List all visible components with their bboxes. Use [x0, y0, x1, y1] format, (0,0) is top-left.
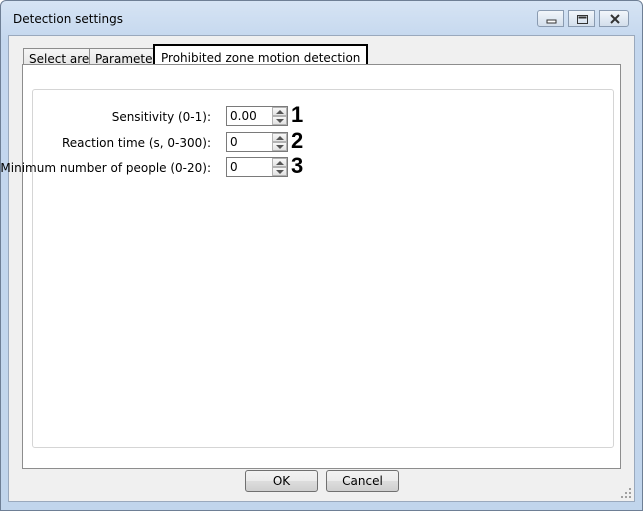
- minimize-button[interactable]: [537, 10, 564, 27]
- arrow-up-icon: [276, 136, 284, 140]
- cancel-button[interactable]: Cancel: [326, 470, 399, 492]
- close-icon: [610, 14, 620, 24]
- min-people-down-button[interactable]: [272, 167, 287, 176]
- arrow-down-icon: [276, 170, 284, 174]
- reaction-time-spinbox[interactable]: [226, 132, 288, 152]
- marker-1: 1: [291, 102, 304, 127]
- min-people-spinbox[interactable]: [226, 157, 288, 177]
- arrow-up-icon: [276, 110, 284, 114]
- arrow-up-icon: [276, 161, 284, 165]
- arrow-down-icon: [276, 145, 284, 149]
- settings-group: Sensitivity (0-1): 1 Reaction time (s, 0…: [1, 89, 615, 448]
- min-people-spin-arrows: [272, 158, 287, 176]
- min-people-row: Minimum number of people (0-20): 3: [1, 153, 615, 179]
- sensitivity-spin-arrows: [272, 107, 287, 125]
- close-button[interactable]: [599, 10, 629, 27]
- reaction-time-input[interactable]: [228, 134, 272, 150]
- min-people-label: Minimum number of people (0-20):: [0, 161, 211, 175]
- tab-panel: Sensitivity (0-1): 1 Reaction time (s, 0…: [1, 64, 621, 469]
- sensitivity-up-button[interactable]: [272, 107, 287, 116]
- marker-2: 2: [291, 128, 304, 153]
- reaction-time-spin-arrows: [272, 133, 287, 151]
- resize-grip-icon[interactable]: [621, 488, 632, 499]
- maximize-icon: [577, 15, 588, 24]
- arrow-down-icon: [276, 119, 284, 123]
- sensitivity-input[interactable]: [228, 108, 272, 124]
- sensitivity-spinbox[interactable]: [226, 106, 288, 126]
- title-bar[interactable]: Detection settings: [1, 1, 642, 35]
- sensitivity-row: Sensitivity (0-1): 1: [33, 102, 615, 128]
- minimize-icon: [546, 19, 557, 24]
- ok-button[interactable]: OK: [245, 470, 318, 492]
- maximize-button[interactable]: [568, 10, 595, 27]
- reaction-time-up-button[interactable]: [272, 133, 287, 142]
- sensitivity-label: Sensitivity (0-1):: [111, 110, 211, 124]
- reaction-time-down-button[interactable]: [272, 142, 287, 151]
- reaction-time-row: Reaction time (s, 0-300): 2: [33, 128, 615, 154]
- min-people-input[interactable]: [228, 159, 272, 175]
- detection-settings-window: Detection settings Select area Parameter…: [0, 0, 643, 511]
- reaction-time-label: Reaction time (s, 0-300):: [61, 136, 211, 150]
- sensitivity-down-button[interactable]: [272, 116, 287, 125]
- marker-3: 3: [291, 153, 304, 178]
- window-title: Detection settings: [13, 12, 123, 26]
- min-people-up-button[interactable]: [272, 158, 287, 167]
- dialog-body: Select area Parameters Prohibited zone m…: [1, 35, 635, 502]
